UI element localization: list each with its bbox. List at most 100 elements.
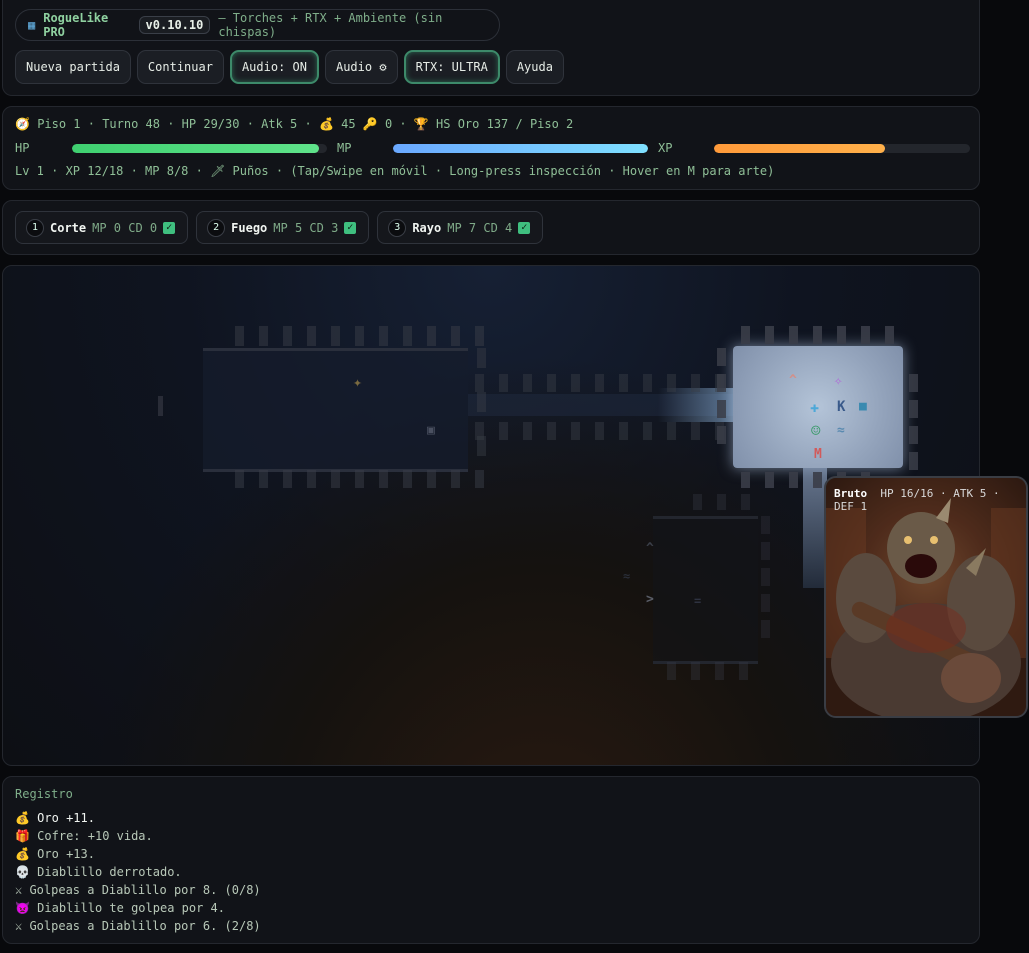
block-glyph: ■: [859, 399, 867, 414]
dungeon-room-left: [203, 348, 468, 472]
wall-tile: [283, 326, 292, 346]
skill-corte[interactable]: 1 Corte MP 0 CD 0 ✓: [15, 211, 189, 244]
wall-tile: [861, 326, 870, 344]
skill-name: Rayo: [412, 220, 442, 235]
wall-tile: [477, 392, 486, 412]
status-panel: 🧭 Piso 1 · Turno 48 · HP 29/30 · Atk 5 ·…: [2, 106, 980, 190]
wall-tile: [761, 568, 770, 586]
wall-tile: [499, 422, 508, 440]
wall-tile: [909, 426, 918, 444]
check-icon: ✓: [518, 221, 531, 234]
wall-tile: [717, 400, 726, 418]
dungeon-room-lower: [653, 516, 758, 664]
compass-icon: 🧭: [15, 117, 30, 131]
wall-tile: [475, 470, 484, 488]
log-entry: 👿 Diablillo te golpea por 4.: [15, 901, 226, 915]
wall-tile: [813, 472, 822, 488]
wall-tile: [885, 326, 894, 344]
health-glyph: ✚: [810, 398, 820, 416]
check-icon: ✓: [163, 221, 176, 234]
wall-tile: [667, 662, 676, 680]
wall-tile: [379, 326, 388, 346]
wall-tile: [477, 348, 486, 368]
xp-bar-fill: [714, 144, 885, 153]
wall-tile: [691, 374, 700, 392]
skill-name: Corte: [50, 220, 87, 235]
wall-tile: [571, 422, 580, 440]
wall-tile: [451, 470, 460, 488]
wall-tile: [259, 326, 268, 346]
wall-tile: [643, 374, 652, 392]
wall-tile: [235, 470, 244, 488]
wall-tile: [667, 374, 676, 392]
wall-tile: [259, 470, 268, 488]
mp-bar-fill: [393, 144, 648, 153]
wall-tile: [691, 422, 700, 440]
xp-bar: [714, 144, 970, 153]
audio-toggle-button[interactable]: Audio: ON: [229, 50, 319, 84]
wall-tile: [571, 374, 580, 392]
wall-tile: [547, 422, 556, 440]
subtitle: — Torches + RTX + Ambiente (sin chispas): [218, 11, 443, 39]
wall-tile: [619, 374, 628, 392]
help-button[interactable]: Ayuda: [505, 50, 564, 84]
wall-tile: [547, 374, 556, 392]
log-entries: 💰 Oro +11. 🎁 Cofre: +10 vida. 💰 Oro +13.…: [15, 809, 261, 935]
wall-tile: [427, 326, 436, 346]
monster-caption: Bruto HP 16/16 · ATK 5 · DEF 1: [834, 487, 1020, 513]
audio-settings-button[interactable]: Audio ⚙: [324, 50, 398, 84]
wall-tile: [789, 472, 798, 488]
wall-tile: [741, 326, 750, 344]
wall-tile: [307, 326, 316, 346]
skill-meta: MP 5 CD 3: [273, 220, 339, 235]
monster-glyph[interactable]: M: [814, 447, 822, 462]
app-name: RogueLike PRO: [43, 11, 109, 39]
wall-tile: [643, 422, 652, 440]
wall-tile: [789, 326, 798, 344]
wall-tile: [235, 326, 244, 346]
chest-glyph: ▣: [427, 423, 435, 438]
skill-meta: MP 7 CD 4: [447, 220, 513, 235]
wall-tile: [595, 422, 604, 440]
skill-name: Fuego: [231, 220, 268, 235]
wall-tile: [761, 542, 770, 560]
stairs-glyph: >: [646, 592, 654, 607]
wall-tile: [761, 620, 770, 638]
water-glyph-2: ≈: [623, 569, 631, 583]
monster-portrait: [826, 478, 1026, 716]
hp-label: HP: [15, 141, 30, 155]
wall-tile: [523, 374, 532, 392]
mp-bar: [393, 144, 648, 153]
continue-button[interactable]: Continuar: [136, 50, 224, 84]
water-glyph: ≈: [837, 423, 845, 438]
wall-tile: [331, 326, 340, 346]
wall-tile: [717, 348, 726, 366]
star-glyph: ✦: [353, 373, 363, 391]
player-icon[interactable]: ☺: [811, 421, 821, 440]
wall-tile: [355, 326, 364, 346]
skill-number: 3: [388, 218, 407, 237]
wall-tile: [837, 326, 846, 344]
wall-tile: [331, 470, 340, 488]
wall-tile: [741, 494, 750, 510]
wall-tile: [475, 374, 484, 392]
wall-tile: [355, 470, 364, 488]
rtx-toggle-button[interactable]: RTX: ULTRA: [403, 50, 500, 84]
check-icon: ✓: [344, 221, 357, 234]
monster-card: Bruto HP 16/16 · ATK 5 · DEF 1: [824, 476, 1028, 718]
wall-tile: [283, 470, 292, 488]
player-info-line: Lv 1 · XP 12/18 · MP 8/8 · 🗡 Puños · (Ta…: [15, 164, 775, 178]
wall-tile: [813, 326, 822, 344]
mp-label: MP: [337, 141, 352, 155]
skill-fuego[interactable]: 2 Fuego MP 5 CD 3 ✓: [196, 211, 370, 244]
map-icon: ▦: [28, 18, 36, 32]
new-game-button[interactable]: Nueva partida: [15, 50, 131, 84]
log-entry: 💰 Oro +11.: [15, 811, 95, 825]
xp-label: XP: [658, 141, 673, 155]
skill-rayo[interactable]: 3 Rayo MP 7 CD 4 ✓: [377, 211, 544, 244]
log-entry: ⚔ Golpeas a Diablillo por 8. (0/8): [15, 883, 261, 897]
wall-tile: [379, 470, 388, 488]
wall-tile: [403, 326, 412, 346]
stats-line: 🧭 Piso 1 · Turno 48 · HP 29/30 · Atk 5 ·…: [15, 117, 573, 131]
wall-tile: [765, 472, 774, 488]
